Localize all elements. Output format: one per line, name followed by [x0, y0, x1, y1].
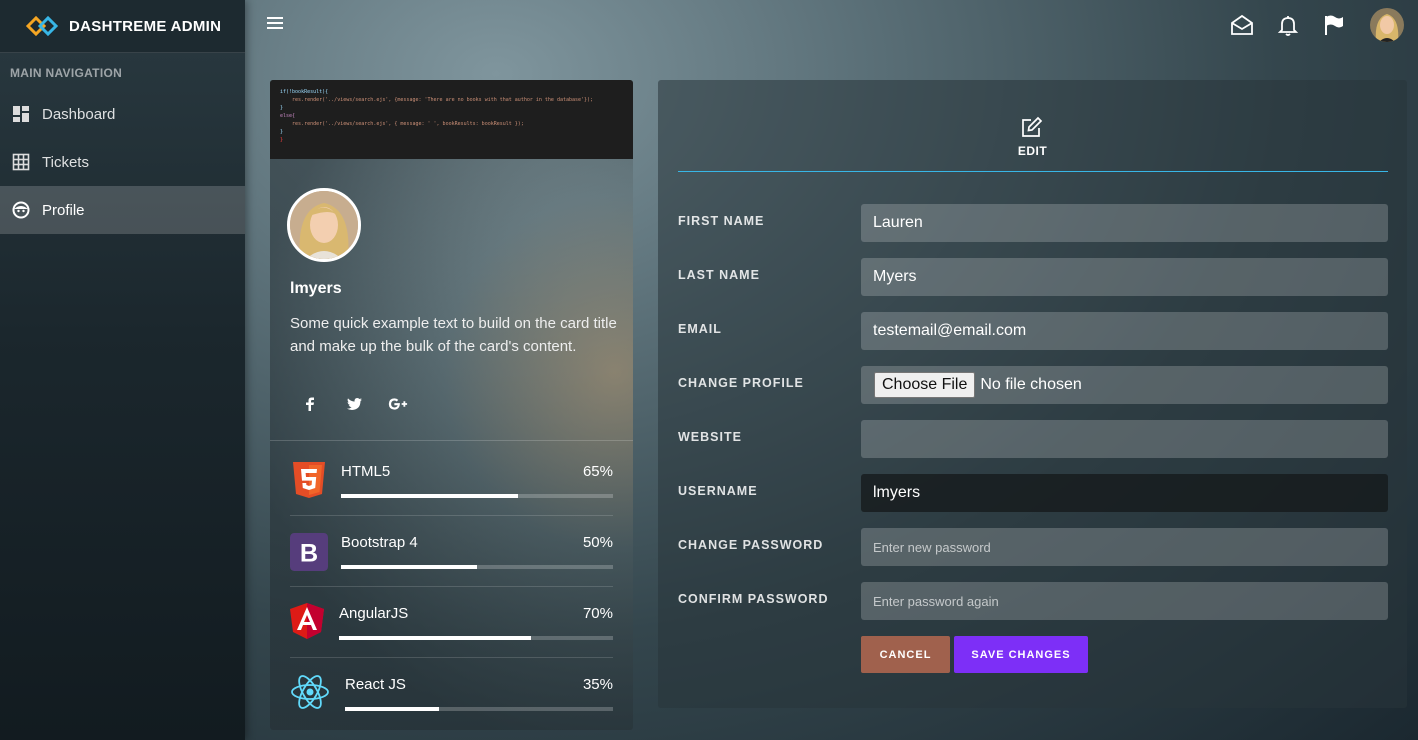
- username-field[interactable]: [861, 474, 1388, 512]
- skill-bootstrap: B Bootstrap 4 50%: [290, 532, 613, 603]
- twitter-icon[interactable]: [344, 396, 364, 412]
- react-icon: [291, 675, 329, 709]
- tab-edit[interactable]: EDIT: [658, 80, 1407, 172]
- sidebar-item-label: Profile: [42, 201, 85, 219]
- sidebar-item-label: Tickets: [42, 153, 89, 171]
- skill-angular: AngularJS 70%: [290, 603, 613, 674]
- email-field[interactable]: [861, 312, 1388, 350]
- dashboard-icon: [12, 105, 30, 123]
- code-line: }: [280, 105, 284, 111]
- bell-icon[interactable]: [1276, 13, 1300, 37]
- profile-name: lmyers: [290, 280, 342, 297]
- code-line: res.render('../views/search.ejs', { mess…: [280, 121, 524, 127]
- brand-title: DASHTREME ADMIN: [69, 17, 222, 35]
- progress-bar: [341, 565, 477, 569]
- progress-track: [339, 636, 613, 640]
- skill-percent: 70%: [582, 605, 613, 622]
- progress-track: [341, 494, 613, 498]
- code-line: res.render('../views/search.ejs', {messa…: [280, 97, 594, 103]
- skill-percent: 50%: [582, 534, 613, 551]
- profile-description: Some quick example text to build on the …: [290, 315, 617, 355]
- skill-html5: HTML5 65%: [290, 461, 613, 532]
- skill-name: HTML5: [341, 463, 391, 480]
- website-field[interactable]: [861, 420, 1388, 458]
- sidebar-item-label: Dashboard: [42, 105, 116, 123]
- progress-track: [341, 565, 613, 569]
- sidebar-item-profile[interactable]: Profile: [0, 186, 245, 234]
- edit-icon: [1022, 116, 1043, 137]
- menu-toggle-icon[interactable]: [267, 15, 283, 31]
- grid-icon: [12, 153, 30, 171]
- flag-icon[interactable]: [1322, 13, 1346, 37]
- svg-text:B: B: [300, 540, 318, 568]
- envelope-open-icon[interactable]: [1230, 13, 1254, 37]
- file-input: Choose File No file chosen: [861, 366, 1388, 404]
- skill-percent: 35%: [582, 676, 613, 693]
- sidebar: DASHTREME ADMIN MAIN NAVIGATION Dashboar…: [0, 0, 245, 740]
- logo-icon: [25, 15, 59, 37]
- code-banner: if(!bookResult){ res.render('../views/se…: [270, 80, 633, 159]
- change-password-label: CHANGE PASSWORD: [678, 538, 824, 552]
- sidebar-item-dashboard[interactable]: Dashboard: [0, 90, 245, 138]
- brand[interactable]: DASHTREME ADMIN: [0, 0, 245, 53]
- profile-avatar: [287, 188, 361, 262]
- facebook-icon[interactable]: [300, 396, 320, 412]
- profile-card: if(!bookResult){ res.render('../views/se…: [270, 80, 633, 730]
- google-plus-icon[interactable]: [388, 396, 408, 412]
- divider: [270, 440, 633, 441]
- nav-header: MAIN NAVIGATION: [10, 66, 123, 80]
- code-line: if(!bookResult){: [280, 89, 329, 95]
- html5-icon: [293, 462, 325, 498]
- skill-react: React JS 35%: [290, 674, 613, 730]
- progress-bar: [339, 636, 531, 640]
- save-changes-button[interactable]: SAVE CHANGES: [954, 636, 1088, 673]
- divider: [290, 657, 613, 658]
- code-line: }: [280, 129, 284, 135]
- email-label: EMAIL: [678, 322, 722, 336]
- sidebar-item-tickets[interactable]: Tickets: [0, 138, 245, 186]
- tab-edit-label: EDIT: [1017, 144, 1048, 158]
- avatar[interactable]: [1370, 8, 1404, 42]
- face-icon: [12, 201, 30, 219]
- angular-icon: [290, 603, 324, 639]
- first-name-label: FIRST NAME: [678, 214, 765, 228]
- tab-underline: [678, 171, 1388, 172]
- divider: [290, 515, 613, 516]
- file-status: No file chosen: [980, 376, 1082, 393]
- confirm-password-field[interactable]: [861, 582, 1388, 620]
- progress-bar: [345, 707, 439, 711]
- edit-card: EDIT FIRST NAME LAST NAME EMAIL CHANGE P…: [658, 80, 1407, 708]
- new-password-field[interactable]: [861, 528, 1388, 566]
- first-name-field[interactable]: [861, 204, 1388, 242]
- progress-track: [345, 707, 613, 711]
- last-name-field[interactable]: [861, 258, 1388, 296]
- divider: [290, 586, 613, 587]
- website-label: WEBSITE: [678, 430, 742, 444]
- username-label: USERNAME: [678, 484, 758, 498]
- skill-percent: 65%: [582, 463, 613, 480]
- choose-file-button[interactable]: Choose File: [874, 372, 976, 398]
- skill-name: Bootstrap 4: [341, 534, 418, 551]
- skill-name: React JS: [345, 676, 406, 693]
- skill-name: AngularJS: [339, 605, 409, 622]
- code-line: }: [280, 137, 284, 143]
- code-line: else{: [280, 113, 296, 119]
- change-profile-label: CHANGE PROFILE: [678, 376, 804, 390]
- progress-bar: [341, 494, 518, 498]
- bootstrap-icon: B: [290, 533, 328, 571]
- confirm-password-label: CONFIRM PASSWORD: [678, 592, 829, 606]
- last-name-label: LAST NAME: [678, 268, 760, 282]
- cancel-button[interactable]: CANCEL: [861, 636, 950, 673]
- topbar: [245, 0, 1418, 53]
